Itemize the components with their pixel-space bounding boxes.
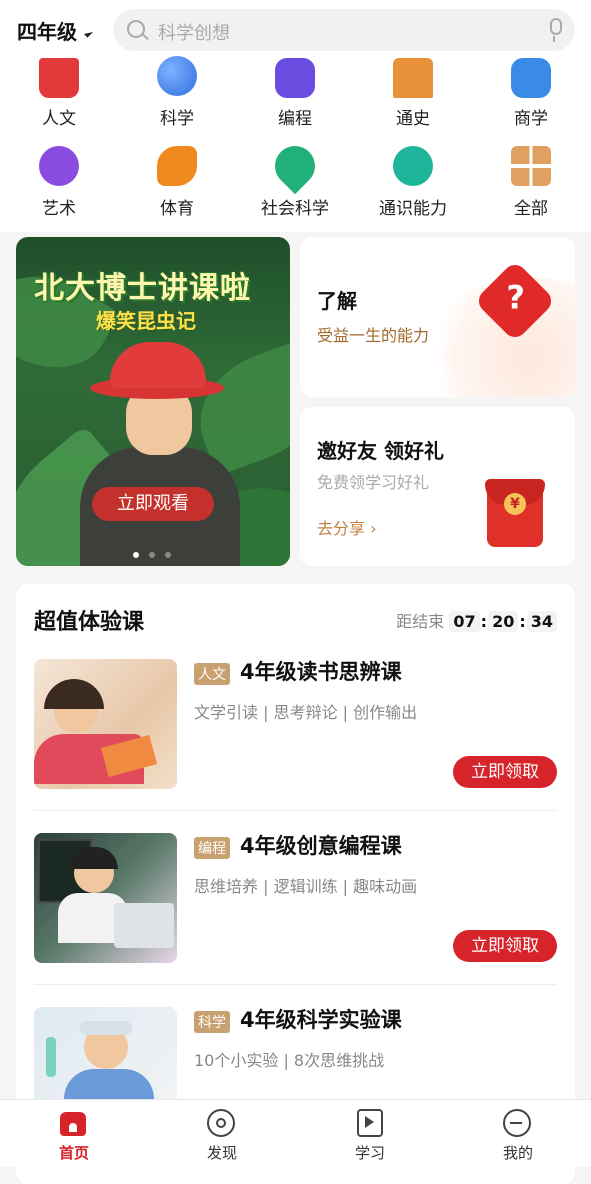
category-history[interactable]: 通史 [354,58,472,144]
category-label: 社会科学 [261,199,329,219]
top-bar: 四年级 科学创想 [0,0,591,62]
home-icon [58,1108,88,1138]
category-business[interactable]: 商学 [472,58,590,144]
grade-dropdown-icon[interactable] [83,28,94,38]
countdown-hours: 07 [449,611,480,632]
search-bar[interactable]: 科学创想 [113,9,575,51]
tab-label: 学习 [354,1144,385,1162]
history-gate-icon [393,58,433,98]
red-envelope-icon: ¥ [485,479,545,547]
learn-card-subtitle: 受益一生的能力 [317,326,430,345]
course-thumbnail [34,659,177,789]
microphone-icon[interactable] [547,18,562,42]
category-label: 人文 [42,109,76,129]
category-general-ability[interactable]: 通识能力 [354,146,472,228]
course-description: 文学引读 | 思考辩论 | 创作输出 [194,703,418,722]
claim-button[interactable]: 立即领取 [453,756,557,788]
tab-me[interactable]: 我的 [444,1100,591,1167]
social-science-pin-icon [266,137,324,195]
tab-label: 发现 [206,1144,237,1162]
humanities-icon [39,58,79,98]
all-grid-icon [511,146,551,186]
learn-card[interactable]: 了解 受益一生的能力 ? [300,237,575,397]
course-tag: 人文 [194,663,230,685]
sports-runner-icon [157,146,197,186]
tab-study[interactable]: 学习 [296,1100,444,1167]
watch-now-button[interactable]: 立即观看 [92,487,214,521]
art-palette-icon [39,146,79,186]
category-social-science[interactable]: 社会科学 [236,137,354,228]
tab-label: 我的 [502,1144,533,1162]
science-planet-icon [157,56,197,96]
general-sprout-icon [393,146,433,186]
category-art[interactable]: 艺术 [0,146,118,228]
course-tag: 编程 [194,837,230,859]
carousel-dot[interactable] [149,552,155,558]
search-placeholder: 科学创想 [158,23,230,44]
category-humanities[interactable]: 人文 [0,58,118,144]
countdown-seconds: 34 [526,611,557,632]
business-chart-icon [511,58,551,98]
category-label: 体育 [160,199,194,219]
category-sports[interactable]: 体育 [118,146,236,228]
course-title: 4年级科学实验课 [240,1008,402,1032]
category-label: 全部 [514,199,548,219]
category-label: 编程 [278,109,312,129]
invite-card-subtitle: 免费领学习好礼 [317,473,430,492]
grade-selector[interactable]: 四年级 [17,16,77,45]
countdown-label: 距结束 [396,612,445,631]
course-description: 思维培养 | 逻辑训练 | 趣味动画 [194,877,418,896]
category-label: 科学 [160,109,194,129]
claim-button[interactable]: 立即领取 [453,930,557,962]
tab-label: 首页 [58,1144,89,1162]
banner-subtitle: 爆笑昆虫记 [96,309,196,333]
learn-card-title: 了解 [317,289,357,313]
study-play-icon [354,1108,384,1138]
category-all[interactable]: 全部 [472,146,590,228]
carousel-dots[interactable] [128,543,176,562]
category-label: 通识能力 [379,199,447,219]
category-label: 通史 [396,109,430,129]
course-tag: 科学 [194,1011,230,1033]
category-label: 艺术 [42,199,76,219]
category-coding[interactable]: 编程 [236,58,354,144]
banner-title: 北大博士讲课啦 [34,271,251,306]
tab-home[interactable]: 首页 [0,1100,148,1167]
carousel-dot[interactable] [133,552,139,558]
section-title: 超值体验课 [34,610,145,635]
course-title: 4年级创意编程课 [240,834,402,858]
bottom-tab-bar: 首页 发现 学习 我的 [0,1099,591,1167]
tab-discover[interactable]: 发现 [148,1100,296,1167]
countdown-timer: 距结束 07:20:34 [396,608,557,632]
teacher-hat [110,342,206,388]
divider [34,984,557,985]
course-description: 10个小实验 | 8次思维挑战 [194,1051,385,1070]
coding-icon [275,58,315,98]
category-science[interactable]: 科学 [118,56,236,144]
divider [34,810,557,811]
course-thumbnail [34,833,177,963]
share-link[interactable]: 去分享 › [317,515,377,539]
invite-card-title: 邀好友 领好礼 [317,439,444,463]
countdown-minutes: 20 [488,611,519,632]
discover-icon [206,1108,236,1138]
profile-face-icon [502,1108,532,1138]
category-label: 商学 [514,109,548,129]
trial-courses-section: 超值体验课 距结束 07:20:34 人文 4年级读书思辨课 文学引读 | 思考… [16,584,575,1184]
promo-banner[interactable]: 北大博士讲课啦 爆笑昆虫记 立即观看 [16,237,290,566]
invite-card[interactable]: 邀好友 领好礼 免费领学习好礼 去分享 › ¥ [300,407,575,566]
course-item[interactable]: 人文 4年级读书思辨课 文学引读 | 思考辩论 | 创作输出 立即领取 [34,659,557,794]
course-item[interactable]: 编程 4年级创意编程课 思维培养 | 逻辑训练 | 趣味动画 立即领取 [34,833,557,968]
search-icon [127,20,145,38]
carousel-dot[interactable] [165,552,171,558]
category-grid: 人文 科学 编程 通史 商学 艺术 体育 社会科学 通识能力 全部 [0,56,591,232]
course-title: 4年级读书思辨课 [240,660,402,684]
